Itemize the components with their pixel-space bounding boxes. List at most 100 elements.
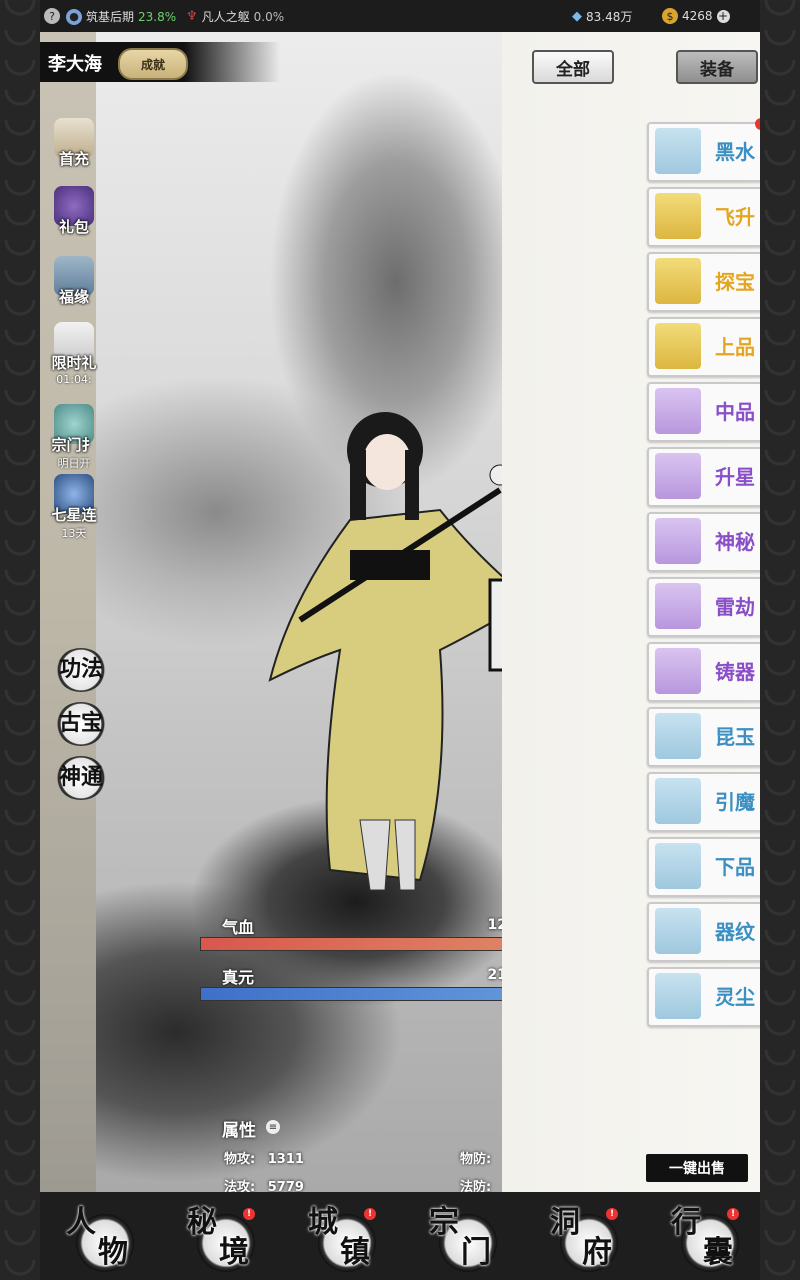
skill-char: 古	[58, 711, 81, 736]
inventory-item[interactable]: 中品	[647, 382, 760, 442]
event-limited-gift[interactable]: 限时礼 01:04:	[50, 322, 98, 386]
right-border	[760, 0, 800, 1280]
nav-char: 秘	[187, 1205, 217, 1240]
nav-tab-3[interactable]: 宗门	[425, 1204, 501, 1276]
nav-char: 境	[219, 1235, 249, 1270]
nav-char: 物	[98, 1235, 128, 1270]
item-icon	[655, 583, 701, 629]
nav-badge-icon: !	[243, 1208, 255, 1220]
mp-label: 真元	[222, 968, 255, 987]
body-pct: 0.0%	[253, 9, 285, 24]
inventory-item[interactable]: 引魔	[647, 772, 760, 832]
event-fortune[interactable]: 福缘	[50, 256, 98, 307]
skill-gubao-button[interactable]: 古宝	[56, 702, 106, 746]
spirit-stone-icon: ◆	[572, 9, 582, 24]
item-icon	[655, 518, 701, 564]
help-button[interactable]: ?	[44, 8, 60, 24]
event-sect[interactable]: 宗门扌 明日开	[50, 404, 98, 471]
event-gift-pack[interactable]: 礼包	[50, 186, 98, 237]
phys-atk-row: 物攻: 1311	[224, 1148, 304, 1167]
inventory-item[interactable]: 昆玉	[647, 707, 760, 767]
nav-badge-icon: !	[727, 1208, 739, 1220]
event-timer: 01:04:	[56, 373, 92, 386]
event-label: 七星连	[51, 506, 97, 524]
inventory-item[interactable]: 铸器	[647, 642, 760, 702]
event-timer: 明日开	[57, 457, 91, 470]
nav-char: 洞	[550, 1205, 580, 1240]
item-icon	[655, 388, 701, 434]
item-name: 升星	[715, 465, 755, 489]
nav-char: 人	[66, 1205, 96, 1240]
item-icon	[655, 258, 701, 304]
phys-def-label: 物防:	[460, 1152, 492, 1167]
skill-char: 宝	[81, 711, 104, 736]
left-border	[0, 0, 40, 1280]
nav-badge-icon: !	[606, 1208, 618, 1220]
realm-progress[interactable]: ● 筑基后期 23.8%	[66, 8, 176, 25]
item-icon	[655, 908, 701, 954]
inventory-item[interactable]: 灵尘	[647, 967, 760, 1027]
body-figure-icon: ♆	[186, 9, 198, 24]
skill-char: 神	[58, 765, 81, 790]
item-icon	[655, 648, 701, 694]
achievement-button[interactable]: 成就	[118, 48, 188, 80]
spirit-stone-value: 83.48万	[586, 10, 633, 24]
item-name: 昆玉	[715, 725, 755, 749]
event-first-charge[interactable]: 首充	[50, 118, 98, 169]
item-icon	[655, 778, 701, 824]
tab-equipment[interactable]: 装备	[676, 50, 758, 84]
nav-tab-2[interactable]: 城镇!	[304, 1204, 380, 1276]
inventory-item[interactable]: 黑水!	[647, 118, 760, 182]
item-name: 中品	[715, 400, 755, 424]
nav-char: 宗	[429, 1205, 459, 1240]
status-bar: ? ● 筑基后期 23.8% ♆ 凡人之躯 0.0% ◆ 83.48万 $ 42…	[40, 0, 760, 32]
inventory-item[interactable]: 器纹	[647, 902, 760, 962]
realm-pct: 23.8%	[138, 9, 177, 24]
body-progress[interactable]: ♆ 凡人之躯 0.0%	[186, 8, 284, 25]
item-icon	[655, 713, 701, 759]
gold-value: 4268	[682, 9, 713, 23]
item-name: 探宝	[715, 270, 755, 294]
event-label: 首充	[58, 150, 89, 168]
skill-gongfa-button[interactable]: 功法	[56, 648, 106, 692]
skill-shentong-button[interactable]: 神通	[56, 756, 106, 800]
skill-char: 法	[81, 657, 104, 682]
game-screen: ? ● 筑基后期 23.8% ♆ 凡人之躯 0.0% ◆ 83.48万 $ 42…	[40, 0, 760, 1280]
event-timer: 13天	[61, 527, 87, 540]
nav-badge-icon: !	[364, 1208, 376, 1220]
tab-all[interactable]: 全部	[532, 50, 614, 84]
nav-tab-4[interactable]: 洞府!	[546, 1204, 622, 1276]
gold-coin-icon: $	[662, 8, 678, 24]
item-name: 雷劫	[715, 595, 755, 619]
skill-char: 通	[81, 765, 104, 790]
inventory-item[interactable]: 探宝	[647, 252, 760, 312]
inventory-item[interactable]: 飞升	[647, 187, 760, 247]
nav-char: 镇	[340, 1235, 370, 1270]
nav-char: 行	[671, 1205, 701, 1240]
nav-tab-5[interactable]: 行囊!	[667, 1204, 743, 1276]
hp-label: 气血	[222, 918, 255, 937]
event-seven-star[interactable]: 七星连 13天	[50, 474, 98, 541]
sell-all-button[interactable]: 一键出售	[646, 1154, 748, 1182]
item-name: 器纹	[715, 920, 755, 944]
inventory-item[interactable]: 升星	[647, 447, 760, 507]
attributes-list-icon[interactable]: ≡	[266, 1120, 280, 1134]
item-icon	[655, 453, 701, 499]
inventory-item[interactable]: 下品	[647, 837, 760, 897]
inventory-item[interactable]: 雷劫	[647, 577, 760, 637]
inventory-item[interactable]: 神秘	[647, 512, 760, 572]
nav-char: 府	[582, 1235, 612, 1270]
nav-tab-0[interactable]: 人物	[62, 1204, 138, 1276]
item-icon	[655, 323, 701, 369]
event-label: 宗门扌	[51, 436, 97, 454]
add-gold-icon[interactable]: +	[716, 9, 730, 23]
item-name: 下品	[715, 855, 755, 879]
item-name: 黑水	[715, 140, 755, 164]
spirit-stone-counter[interactable]: ◆ 83.48万	[572, 8, 632, 25]
player-name: 李大海	[48, 54, 102, 75]
item-name: 灵尘	[715, 985, 755, 1009]
nav-tab-1[interactable]: 秘境!	[183, 1204, 259, 1276]
gold-counter[interactable]: $ 4268 +	[662, 8, 730, 24]
item-name: 飞升	[715, 205, 755, 229]
inventory-item[interactable]: 上品	[647, 317, 760, 377]
